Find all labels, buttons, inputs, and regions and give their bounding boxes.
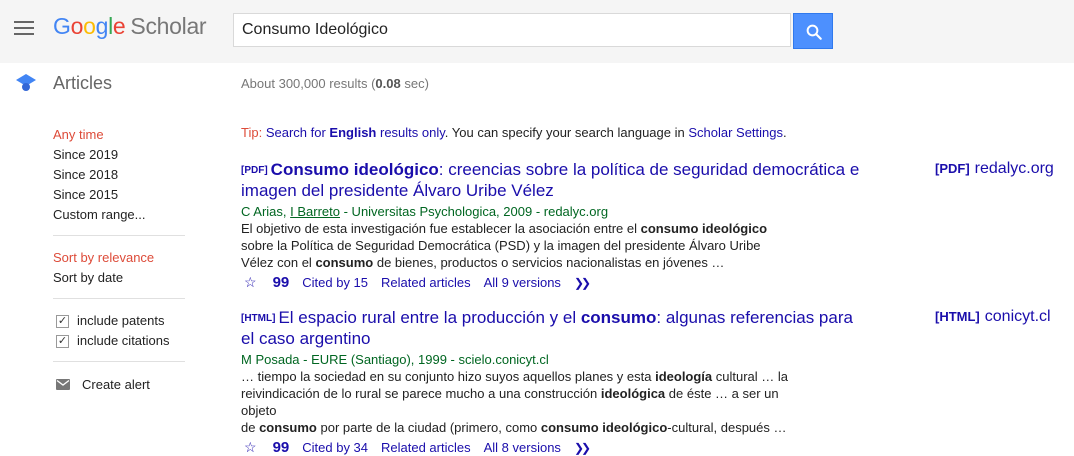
results-area: Tip: Search for English results only. Yo… [241,118,1071,456]
star-icon[interactable]: ☆ [244,274,257,291]
cite-quote-icon[interactable]: 99 [273,439,290,456]
result-authors: M Posada - EURE (Santiago), 1999 - sciel… [241,352,549,367]
filter-any-time[interactable]: Any time [53,125,185,145]
scholar-settings-link[interactable]: Scholar Settings [688,125,783,140]
scholar-cap-icon [16,74,36,91]
cited-by-link[interactable]: Cited by 15 [302,275,368,290]
result-title-link[interactable]: [PDF] Consumo ideológico: creencias sobre… [241,160,861,201]
language-tip: Tip: Search for English results only. Yo… [241,125,787,140]
search-result: [PDF] Consumo ideológico: creencias sobre… [241,160,1071,291]
author-link[interactable]: I Barreto [290,204,340,219]
checkbox-checked-icon: ✓ [56,334,69,348]
menu-icon[interactable] [14,21,34,37]
result-authors: C Arias, I Barreto - Universitas Psychol… [241,204,609,219]
sort-by-relevance[interactable]: Sort by relevance [53,248,185,268]
divider [53,298,185,299]
more-chevrons-icon[interactable]: ❯❯ [574,441,591,455]
result-snippet: … tiempo la sociedad en su conjunto hizo… [241,369,789,435]
all-versions-link[interactable]: All 8 versions [484,440,561,455]
search-icon [806,24,822,40]
envelope-icon [56,378,70,390]
filter-since-2018[interactable]: Since 2018 [53,165,185,185]
related-articles-link[interactable]: Related articles [381,440,471,455]
divider [53,235,185,236]
english-only-link[interactable]: Search for English results only [266,125,445,140]
sort-by-date[interactable]: Sort by date [53,268,185,288]
create-alert-button[interactable]: Create alert [53,374,185,394]
section-title[interactable]: Articles [53,73,112,94]
filter-custom-range[interactable]: Custom range... [53,205,185,225]
sidebar: Any time Since 2019 Since 2018 Since 201… [53,125,185,394]
more-chevrons-icon[interactable]: ❯❯ [574,276,591,290]
search-box [233,13,791,47]
search-input[interactable] [234,14,790,46]
google-scholar-logo[interactable]: Google Scholar [53,13,207,40]
cite-quote-icon[interactable]: 99 [273,274,290,291]
star-icon[interactable]: ☆ [244,439,257,456]
cited-by-link[interactable]: Cited by 34 [302,440,368,455]
divider [53,361,185,362]
search-result: [HTML] El espacio rural entre la producci… [241,308,1071,456]
filter-since-2015[interactable]: Since 2015 [53,185,185,205]
result-snippet: El objetivo de esta investigación fue es… [241,221,768,270]
result-actions: ☆ 99 Cited by 15 Related articles All 9 … [241,274,1071,291]
top-bar: Google Scholar [0,0,1074,63]
create-alert-label: Create alert [82,376,150,392]
include-patents-label: include patents [77,313,165,328]
side-html-link[interactable]: [HTML] conicyt.cl [935,308,1051,326]
include-patents-checkbox[interactable]: ✓ include patents [53,311,185,331]
filter-since-2019[interactable]: Since 2019 [53,145,185,165]
result-stats: About 300,000 results (0.08 sec) [241,76,429,91]
side-pdf-link[interactable]: [PDF] redalyc.org [935,160,1054,178]
result-title-link[interactable]: [HTML] El espacio rural entre la producci… [241,308,861,349]
all-versions-link[interactable]: All 9 versions [484,275,561,290]
result-actions: ☆ 99 Cited by 34 Related articles All 8 … [241,439,1071,456]
search-button[interactable] [793,13,833,49]
checkbox-checked-icon: ✓ [56,314,69,328]
include-citations-checkbox[interactable]: ✓ include citations [53,331,185,351]
include-citations-label: include citations [77,333,170,348]
related-articles-link[interactable]: Related articles [381,275,471,290]
